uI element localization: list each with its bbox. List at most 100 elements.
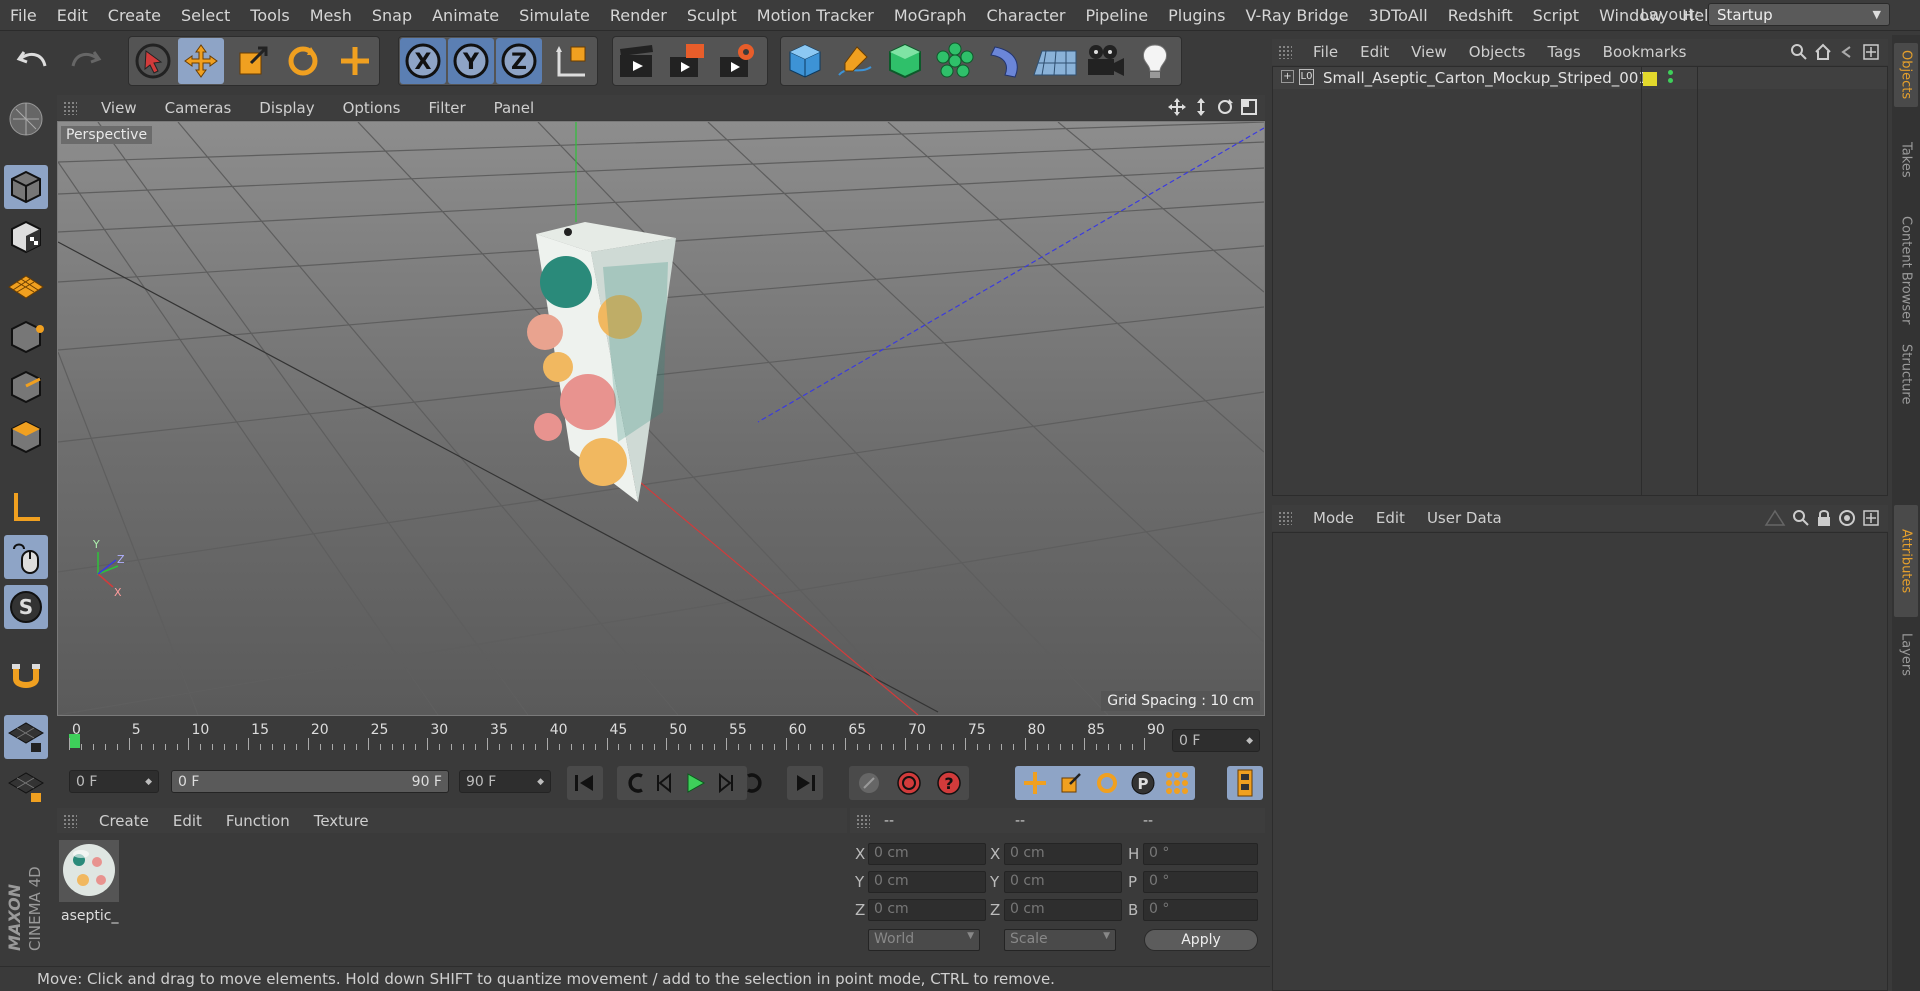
workplane-lock-button[interactable] [4, 715, 48, 759]
redo-button[interactable] [62, 38, 108, 84]
back-icon[interactable] [1838, 43, 1856, 61]
objects-menu-tags[interactable]: Tags [1536, 43, 1591, 61]
render-settings-button[interactable] [714, 38, 760, 84]
layout-select[interactable]: Startup ▼ [1708, 3, 1890, 26]
layout-window-icon[interactable] [1862, 509, 1880, 527]
solo-mode-button[interactable]: S [4, 585, 48, 629]
key-scale-button[interactable] [1053, 766, 1089, 800]
go-to-end-button[interactable] [787, 766, 823, 800]
pan-view-icon[interactable] [1167, 97, 1187, 117]
position-z-field[interactable]: 0 cm [868, 899, 986, 921]
keyframe-selection-button[interactable]: ? [931, 766, 967, 800]
undo-button[interactable] [10, 38, 56, 84]
position-x-field[interactable]: 0 cm [868, 843, 986, 865]
rotation-p-field[interactable]: 0 ° [1143, 871, 1258, 893]
objects-menu-edit[interactable]: Edit [1349, 43, 1400, 61]
render-view-button[interactable] [614, 38, 660, 84]
tweak-mode-button[interactable] [4, 535, 48, 579]
tab-attributes[interactable]: Attributes [1894, 505, 1918, 617]
size-y-field[interactable]: 0 cm [1004, 871, 1122, 893]
scale-tool-button[interactable] [230, 38, 276, 84]
objects-menu-objects[interactable]: Objects [1458, 43, 1537, 61]
object-row[interactable]: + L0 Small_Aseptic_Carton_Mockup_Striped… [1273, 67, 1887, 89]
menu-snap[interactable]: Snap [362, 6, 422, 25]
menu-script[interactable]: Script [1523, 6, 1589, 25]
coordinate-system-button[interactable] [550, 38, 596, 84]
viewport-menu-display[interactable]: Display [245, 99, 328, 117]
layer-color-tag-icon[interactable] [1643, 72, 1657, 86]
object-name[interactable]: Small_Aseptic_Carton_Mockup_Striped_001 [1323, 69, 1648, 87]
search-icon[interactable] [1792, 509, 1810, 527]
target-icon[interactable] [1838, 509, 1856, 527]
record-active-objects-button[interactable] [851, 766, 887, 800]
camera-object-button[interactable] [1082, 38, 1128, 84]
attributes-menu-mode[interactable]: Mode [1302, 509, 1365, 527]
z-axis-lock-button[interactable]: Z [496, 38, 542, 84]
deformer-button[interactable] [982, 38, 1028, 84]
objects-menu-file[interactable]: File [1302, 43, 1349, 61]
menu-plugins[interactable]: Plugins [1158, 6, 1235, 25]
zoom-view-icon[interactable] [1191, 97, 1211, 117]
menu-select[interactable]: Select [171, 6, 240, 25]
rotate-tool-button[interactable] [280, 38, 326, 84]
panel-grip-icon[interactable] [856, 813, 870, 828]
key-pla-button[interactable] [1159, 766, 1195, 800]
menu-pipeline[interactable]: Pipeline [1076, 6, 1159, 25]
menu-create[interactable]: Create [98, 6, 171, 25]
viewport-menu-panel[interactable]: Panel [480, 99, 548, 117]
y-axis-lock-button[interactable]: Y [448, 38, 494, 84]
layout-window-icon[interactable] [1862, 43, 1880, 61]
floor-object-button[interactable] [1032, 38, 1078, 84]
material-menu-create[interactable]: Create [87, 812, 161, 830]
snap-toggle-button[interactable] [4, 655, 48, 699]
viewport-menu-options[interactable]: Options [329, 99, 415, 117]
rotate-view-icon[interactable] [1215, 97, 1235, 117]
menu-3dtoall[interactable]: 3DToAll [1359, 6, 1438, 25]
light-object-button[interactable] [1132, 38, 1178, 84]
panel-grip-icon[interactable] [1278, 45, 1292, 59]
menu-animate[interactable]: Animate [422, 6, 509, 25]
menu-vray-bridge[interactable]: V-Ray Bridge [1235, 6, 1358, 25]
home-icon[interactable] [1814, 43, 1832, 61]
next-key-button[interactable] [737, 766, 773, 800]
key-position-button[interactable] [1017, 766, 1053, 800]
key-rotation-button[interactable] [1089, 766, 1125, 800]
editor-visibility-dot-icon[interactable] [1668, 70, 1673, 75]
carton-model[interactable] [527, 222, 676, 502]
recent-tools-button[interactable] [332, 38, 378, 84]
render-picture-viewer-button[interactable] [664, 38, 710, 84]
up-arrow-icon[interactable] [1764, 509, 1786, 527]
edges-mode-button[interactable] [4, 365, 48, 409]
menu-render[interactable]: Render [600, 6, 677, 25]
menu-motion-tracker[interactable]: Motion Tracker [747, 6, 884, 25]
key-parameter-button[interactable]: P [1125, 766, 1161, 800]
go-to-start-button[interactable] [567, 766, 603, 800]
frame-ruler[interactable]: 0 5 10 15 20 25 30 35 40 45 50 55 60 65 70 75 80 85 90 [69, 722, 1169, 754]
tab-objects[interactable]: Objects [1894, 43, 1918, 107]
panel-grip-icon[interactable] [63, 813, 77, 828]
menu-mograph[interactable]: MoGraph [884, 6, 977, 25]
material-swatch[interactable]: aseptic_ [59, 840, 119, 928]
menu-redshift[interactable]: Redshift [1438, 6, 1523, 25]
material-manager[interactable]: aseptic_ [57, 834, 847, 956]
tab-takes[interactable]: Takes [1894, 117, 1918, 203]
menu-tools[interactable]: Tools [240, 6, 299, 25]
make-editable-button[interactable] [4, 97, 48, 141]
frame-range-slider[interactable]: 0 F 90 F [171, 770, 449, 793]
menu-character[interactable]: Character [977, 6, 1076, 25]
material-menu-edit[interactable]: Edit [161, 812, 214, 830]
autokeying-button[interactable] [891, 766, 927, 800]
tab-structure[interactable]: Structure [1894, 337, 1918, 411]
column-divider[interactable] [1641, 67, 1642, 495]
position-y-field[interactable]: 0 cm [868, 871, 986, 893]
points-mode-button[interactable] [4, 315, 48, 359]
viewport-menu-cameras[interactable]: Cameras [151, 99, 246, 117]
texture-mode-button[interactable] [4, 215, 48, 259]
panel-grip-icon[interactable] [1278, 511, 1292, 525]
axis-mode-button[interactable] [4, 485, 48, 529]
model-mode-button[interactable] [4, 165, 48, 209]
rotation-b-field[interactable]: 0 ° [1143, 899, 1258, 921]
size-x-field[interactable]: 0 cm [1004, 843, 1122, 865]
start-frame-field[interactable]: 0 F ◆ [69, 770, 159, 793]
panel-grip-icon[interactable] [63, 100, 77, 115]
